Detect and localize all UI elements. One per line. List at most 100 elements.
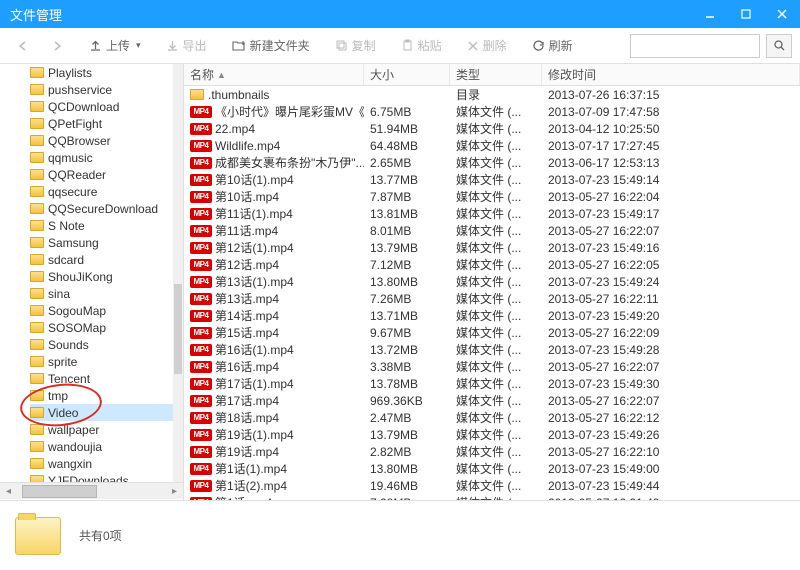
sidebar-item[interactable]: wangxin xyxy=(30,455,183,472)
header-date[interactable]: 修改时间 xyxy=(542,64,800,85)
sidebar-item[interactable]: QQBrowser xyxy=(30,132,183,149)
refresh-button[interactable]: 刷新 xyxy=(524,34,581,57)
file-name: 成都美女裹布条扮"木乃伊"... xyxy=(215,154,364,171)
file-row[interactable]: MP4第15话.mp49.67MB媒体文件 (...2013-05-27 16:… xyxy=(184,324,800,341)
file-type: 目录 xyxy=(450,86,542,103)
file-row[interactable]: MP4《小时代》曝片尾彩蛋MV《...6.75MB媒体文件 (...2013-0… xyxy=(184,103,800,120)
sidebar-item[interactable]: pushservice xyxy=(30,81,183,98)
sidebar-item[interactable]: YJFDownloads xyxy=(30,472,183,482)
maximize-button[interactable] xyxy=(728,0,764,28)
minimize-button[interactable] xyxy=(692,0,728,28)
sidebar-item[interactable]: SOSOMap xyxy=(30,319,183,336)
file-panel: 名称▲ 大小 类型 修改时间 .thumbnails目录2013-07-26 1… xyxy=(184,64,800,500)
file-date: 2013-04-12 10:25:50 xyxy=(542,122,800,136)
file-row[interactable]: MP4第11话.mp48.01MB媒体文件 (...2013-05-27 16:… xyxy=(184,222,800,239)
sidebar-item[interactable]: sina xyxy=(30,285,183,302)
file-row[interactable]: MP4第11话(1).mp413.81MB媒体文件 (...2013-07-23… xyxy=(184,205,800,222)
file-type: 媒体文件 (... xyxy=(450,239,542,256)
folder-icon xyxy=(30,237,44,248)
file-row[interactable]: MP4第13话.mp47.26MB媒体文件 (...2013-05-27 16:… xyxy=(184,290,800,307)
file-row[interactable]: MP4第13话(1).mp413.80MB媒体文件 (...2013-07-23… xyxy=(184,273,800,290)
file-row[interactable]: .thumbnails目录2013-07-26 16:37:15 xyxy=(184,86,800,103)
nav-forward-button[interactable] xyxy=(42,36,72,56)
file-size: 13.79MB xyxy=(364,241,450,255)
file-row[interactable]: MP4第19话.mp42.82MB媒体文件 (...2013-05-27 16:… xyxy=(184,443,800,460)
sidebar-item-label: YJFDownloads xyxy=(48,474,129,483)
sidebar-item[interactable]: SogouMap xyxy=(30,302,183,319)
header-type[interactable]: 类型 xyxy=(450,64,542,85)
newfolder-button[interactable]: 新建文件夹 xyxy=(224,34,318,57)
sidebar-item[interactable]: wandoujia xyxy=(30,438,183,455)
file-row[interactable]: MP4第17话(1).mp413.78MB媒体文件 (...2013-07-23… xyxy=(184,375,800,392)
file-row[interactable]: MP4第1话.mp47.28MB媒体文件 (...2013-05-27 16:2… xyxy=(184,494,800,500)
sidebar: PlaylistspushserviceQCDownloadQPetFightQ… xyxy=(0,64,184,500)
file-row[interactable]: MP4第18话.mp42.47MB媒体文件 (...2013-05-27 16:… xyxy=(184,409,800,426)
file-row[interactable]: MP4成都美女裹布条扮"木乃伊"...2.65MB媒体文件 (...2013-0… xyxy=(184,154,800,171)
file-date: 2013-07-23 15:49:00 xyxy=(542,462,800,476)
search-button[interactable] xyxy=(766,34,792,58)
file-type: 媒体文件 (... xyxy=(450,341,542,358)
mp4-icon: MP4 xyxy=(190,157,212,169)
file-row[interactable]: MP4第10话.mp47.87MB媒体文件 (...2013-05-27 16:… xyxy=(184,188,800,205)
file-row[interactable]: MP4第14话.mp413.71MB媒体文件 (...2013-07-23 15… xyxy=(184,307,800,324)
file-size: 2.82MB xyxy=(364,445,450,459)
file-name: 第1话(2).mp4 xyxy=(215,477,287,494)
file-row[interactable]: MP4第1话(2).mp419.46MB媒体文件 (...2013-07-23 … xyxy=(184,477,800,494)
sidebar-item-label: wandoujia xyxy=(48,440,102,454)
folder-icon xyxy=(30,254,44,265)
sidebar-item-label: sprite xyxy=(48,355,77,369)
mp4-icon: MP4 xyxy=(190,106,212,118)
status-text: 共有0项 xyxy=(79,527,122,544)
file-row[interactable]: MP4第1话(1).mp413.80MB媒体文件 (...2013-07-23 … xyxy=(184,460,800,477)
folder-icon xyxy=(30,424,44,435)
file-row[interactable]: MP4第16话(1).mp413.72MB媒体文件 (...2013-07-23… xyxy=(184,341,800,358)
sidebar-item-label: Sounds xyxy=(48,338,89,352)
sidebar-item[interactable]: QQReader xyxy=(30,166,183,183)
sidebar-item[interactable]: ShouJiKong xyxy=(30,268,183,285)
nav-back-button[interactable] xyxy=(8,36,38,56)
sidebar-item[interactable]: Video xyxy=(30,404,183,421)
upload-button[interactable]: 上传▾ xyxy=(81,34,149,57)
file-size: 3.38MB xyxy=(364,360,450,374)
sidebar-item[interactable]: qqsecure xyxy=(30,183,183,200)
file-row[interactable]: MP4第12话(1).mp413.79MB媒体文件 (...2013-07-23… xyxy=(184,239,800,256)
copy-button[interactable]: 复制 xyxy=(327,34,384,57)
sidebar-scrollbar-v[interactable] xyxy=(173,64,183,482)
folder-icon xyxy=(30,339,44,350)
sidebar-scrollbar-h[interactable]: ◂ ▸ xyxy=(0,482,183,499)
close-button[interactable] xyxy=(764,0,800,28)
sidebar-item[interactable]: wallpaper xyxy=(30,421,183,438)
sidebar-item[interactable]: Sounds xyxy=(30,336,183,353)
header-name[interactable]: 名称▲ xyxy=(184,64,364,85)
search-input[interactable] xyxy=(630,34,760,58)
sidebar-item[interactable]: tmp xyxy=(30,387,183,404)
file-name: 第1话(1).mp4 xyxy=(215,460,287,477)
file-row[interactable]: MP4Wildlife.mp464.48MB媒体文件 (...2013-07-1… xyxy=(184,137,800,154)
sidebar-item[interactable]: QPetFight xyxy=(30,115,183,132)
sidebar-item[interactable]: S Note xyxy=(30,217,183,234)
file-name: 第13话.mp4 xyxy=(215,290,279,307)
delete-button[interactable]: 删除 xyxy=(459,34,515,57)
sidebar-item[interactable]: Samsung xyxy=(30,234,183,251)
file-row[interactable]: MP4第12话.mp47.12MB媒体文件 (...2013-05-27 16:… xyxy=(184,256,800,273)
sidebar-item[interactable]: sdcard xyxy=(30,251,183,268)
file-size: 13.80MB xyxy=(364,462,450,476)
folder-icon xyxy=(30,67,44,78)
sidebar-item[interactable]: QQSecureDownload xyxy=(30,200,183,217)
sidebar-item-label: S Note xyxy=(48,219,85,233)
sidebar-item[interactable]: sprite xyxy=(30,353,183,370)
export-button[interactable]: 导出 xyxy=(158,34,215,57)
mp4-icon: MP4 xyxy=(190,191,212,203)
file-type: 媒体文件 (... xyxy=(450,188,542,205)
sidebar-item[interactable]: qqmusic xyxy=(30,149,183,166)
file-row[interactable]: MP4第17话.mp4969.36KB媒体文件 (...2013-05-27 1… xyxy=(184,392,800,409)
sidebar-item[interactable]: QCDownload xyxy=(30,98,183,115)
file-row[interactable]: MP4第19话(1).mp413.79MB媒体文件 (...2013-07-23… xyxy=(184,426,800,443)
header-size[interactable]: 大小 xyxy=(364,64,450,85)
sidebar-item[interactable]: Playlists xyxy=(30,64,183,81)
file-row[interactable]: MP422.mp451.94MB媒体文件 (...2013-04-12 10:2… xyxy=(184,120,800,137)
paste-button[interactable]: 粘贴 xyxy=(393,34,450,57)
file-row[interactable]: MP4第16话.mp43.38MB媒体文件 (...2013-05-27 16:… xyxy=(184,358,800,375)
file-row[interactable]: MP4第10话(1).mp413.77MB媒体文件 (...2013-07-23… xyxy=(184,171,800,188)
sidebar-item[interactable]: Tencent xyxy=(30,370,183,387)
